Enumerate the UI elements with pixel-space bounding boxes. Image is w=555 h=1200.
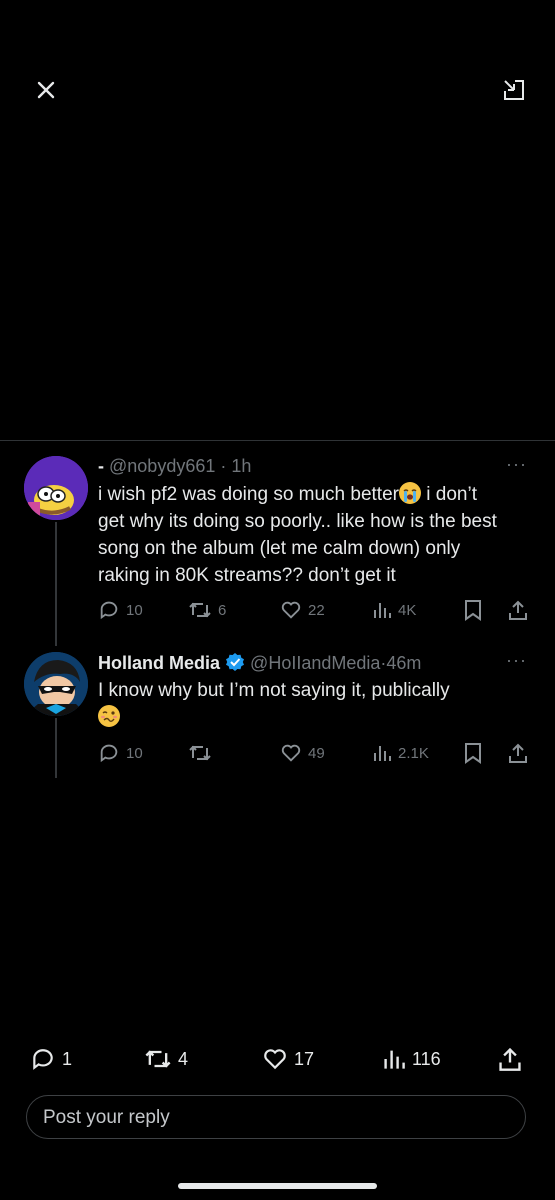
woozy-face-emoji-icon	[98, 705, 120, 727]
retweet-button[interactable]: 6	[188, 597, 226, 623]
timestamp[interactable]: 46m	[386, 653, 421, 673]
display-name[interactable]: Holland Media	[98, 653, 220, 673]
reply-count: 1	[62, 1048, 73, 1069]
reply-button[interactable]: 10	[98, 740, 143, 766]
retweet-icon	[145, 1050, 171, 1068]
tweet-actions: 10 6 22 4K	[98, 597, 528, 623]
handle[interactable]: @nobydy661	[109, 456, 215, 476]
tweet-text-main: I know why but I’m not saying it, public…	[98, 680, 450, 701]
like-count: 49	[308, 744, 325, 762]
like-button[interactable]: 17	[262, 1044, 314, 1074]
superhero-avatar-icon	[24, 652, 88, 716]
like-count: 17	[294, 1048, 315, 1069]
thread-line	[55, 718, 57, 778]
avatar[interactable]	[24, 652, 88, 716]
reply-icon	[33, 1049, 53, 1070]
heart-icon	[264, 1049, 286, 1070]
views-icon	[374, 603, 391, 618]
tweet-text-part-1: i wish pf2 was doing so much better	[98, 484, 399, 505]
verified-badge-icon	[226, 653, 245, 671]
like-button[interactable]: 49	[280, 740, 325, 766]
bookmark-icon	[465, 600, 481, 621]
heart-icon	[281, 744, 301, 762]
retweet-icon	[189, 745, 211, 761]
reply-placeholder: Post your reply	[43, 1107, 170, 1128]
reply-icon	[100, 744, 118, 763]
cartoon-avatar-icon	[24, 456, 88, 520]
retweet-icon	[189, 602, 211, 618]
views-button[interactable]: 2.1K	[372, 740, 429, 766]
share-button[interactable]	[498, 1044, 522, 1074]
views-icon	[374, 746, 391, 761]
avatar[interactable]	[24, 456, 88, 520]
crying-face-emoji-icon	[399, 482, 421, 504]
handle[interactable]: @HoIIandMedia	[250, 653, 380, 673]
views-count: 4K	[398, 601, 417, 619]
expand-media-button[interactable]	[494, 70, 534, 110]
views-count: 116	[412, 1048, 441, 1069]
retweet-button[interactable]: 4	[144, 1044, 188, 1074]
like-button[interactable]: 22	[280, 597, 325, 623]
media-actions-bar: 1 4 17 116	[30, 1044, 525, 1074]
separator: ·	[220, 456, 227, 476]
views-icon	[384, 1050, 405, 1069]
retweet-count: 4	[178, 1048, 189, 1069]
tweet-header: - @nobydy661 · 1h	[98, 456, 251, 477]
pip-expand-icon	[504, 80, 524, 100]
share-icon	[509, 743, 527, 763]
share-icon	[509, 600, 527, 620]
tweet-text: i wish pf2 was doing so much better i do…	[98, 481, 508, 589]
views-button[interactable]: 116	[382, 1044, 441, 1074]
share-button[interactable]	[508, 597, 528, 623]
bookmark-button[interactable]	[464, 597, 482, 623]
bookmark-button[interactable]	[464, 740, 482, 766]
share-icon	[499, 1047, 521, 1071]
thread-line	[55, 522, 57, 646]
reply-button[interactable]: 10	[98, 597, 143, 623]
reply-count: 10	[126, 744, 143, 762]
display-name[interactable]: -	[98, 456, 104, 476]
reply-icon	[100, 601, 118, 620]
retweet-button[interactable]	[188, 740, 218, 766]
media-divider	[0, 440, 555, 441]
close-icon	[37, 81, 55, 99]
like-count: 22	[308, 601, 325, 619]
reply-button[interactable]: 1	[30, 1044, 72, 1074]
home-indicator[interactable]	[178, 1183, 377, 1189]
views-count: 2.1K	[398, 744, 429, 762]
timestamp[interactable]: 1h	[231, 456, 251, 476]
heart-icon	[281, 601, 301, 619]
views-button[interactable]: 4K	[372, 597, 416, 623]
reply-count: 10	[126, 601, 143, 619]
close-button[interactable]	[26, 70, 66, 110]
tweet-actions: 10 49 2.1K	[98, 740, 528, 766]
bookmark-icon	[465, 743, 481, 764]
share-button[interactable]	[508, 740, 528, 766]
tweet-text: I know why but I’m not saying it, public…	[98, 677, 508, 731]
more-options-button[interactable]: ···	[506, 454, 527, 475]
retweet-count: 6	[218, 601, 227, 619]
more-options-button[interactable]: ···	[506, 650, 527, 671]
reply-input[interactable]: Post your reply	[26, 1095, 526, 1139]
tweet-header: Holland Media @HoIIandMedia·46m	[98, 652, 421, 674]
